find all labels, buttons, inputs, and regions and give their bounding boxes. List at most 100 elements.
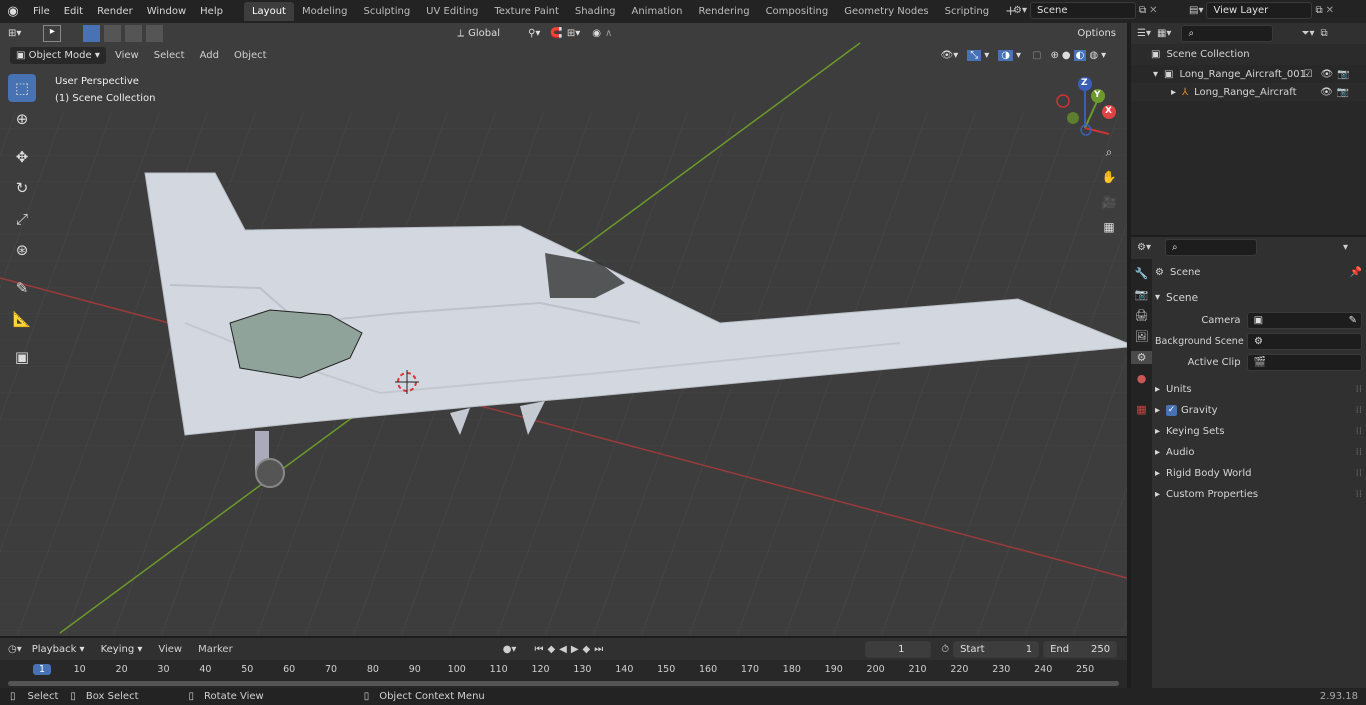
material-shading-icon[interactable]: ◐ bbox=[1073, 49, 1087, 61]
pin-icon[interactable]: 📌 bbox=[1350, 267, 1362, 278]
view-layer-icon[interactable]: ▤▾ bbox=[1189, 5, 1203, 16]
render-tab-icon[interactable]: 📷 bbox=[1135, 288, 1149, 301]
camera-render-icon[interactable]: 📷 bbox=[1337, 69, 1349, 80]
scene-field[interactable]: Scene bbox=[1029, 2, 1136, 19]
eye-icon[interactable]: 👁 bbox=[1320, 69, 1333, 80]
outliner-row-object[interactable]: ▸ ⅄ Long_Range_Aircraft 👁 📷 bbox=[1131, 83, 1366, 101]
panel-rigid-body-world[interactable]: ▸ Rigid Body World ⁞⁞ bbox=[1155, 463, 1362, 484]
menu-edit[interactable]: Edit bbox=[57, 0, 90, 23]
current-frame-field[interactable]: 1 bbox=[865, 640, 932, 658]
menu-render[interactable]: Render bbox=[90, 0, 140, 23]
camera-field[interactable]: ▣ ✎ bbox=[1246, 312, 1362, 329]
drag-handle-icon[interactable]: ⁞⁞ bbox=[1356, 447, 1362, 458]
scene-section-header[interactable]: ▾ Scene bbox=[1155, 287, 1362, 308]
editor-type-icon[interactable]: ⊞▾ bbox=[8, 28, 21, 39]
properties-editor-icon[interactable]: ⚙▾ bbox=[1137, 242, 1151, 253]
tab-layout[interactable]: Layout bbox=[243, 2, 294, 21]
tab-uv-editing[interactable]: UV Editing bbox=[418, 2, 486, 21]
texture-tab-icon[interactable]: ▦ bbox=[1136, 403, 1146, 416]
tool-tab-icon[interactable]: 🔧 bbox=[1135, 267, 1149, 280]
add-cube-tool-icon[interactable]: ▣ bbox=[8, 343, 36, 371]
rendered-shading-icon[interactable]: ◍ bbox=[1089, 50, 1098, 61]
jump-start-icon[interactable]: ⏮ bbox=[534, 644, 543, 655]
annotate-tool-icon[interactable]: ✎ bbox=[8, 274, 36, 302]
active-clip-field[interactable]: 🎬 bbox=[1246, 354, 1362, 371]
gravity-checkbox-icon[interactable]: ✓ bbox=[1166, 405, 1178, 416]
timeline-scrollbar[interactable] bbox=[8, 681, 1119, 686]
wireframe-shading-icon[interactable]: ⊕ bbox=[1051, 50, 1059, 61]
move-tool-icon[interactable]: ✥ bbox=[8, 143, 36, 171]
delete-scene-icon[interactable]: ✕ bbox=[1149, 5, 1157, 16]
gizmo-toggle-icon[interactable]: ⤡ bbox=[967, 49, 982, 61]
properties-options-icon[interactable]: ▾ bbox=[1343, 242, 1348, 253]
visibility-icon[interactable]: 👁▾ bbox=[941, 50, 959, 61]
panel-audio[interactable]: ▸ Audio ⁞⁞ bbox=[1155, 442, 1362, 463]
xray-icon[interactable]: ▢ bbox=[1032, 50, 1041, 61]
snap-target-icon[interactable]: ⊞▾ bbox=[567, 28, 580, 39]
drag-handle-icon[interactable]: ⁞⁞ bbox=[1356, 384, 1362, 395]
expand-icon[interactable]: ▾ bbox=[1153, 69, 1158, 80]
output-tab-icon[interactable]: 🖨 bbox=[1135, 309, 1149, 322]
menu-object[interactable]: Object bbox=[228, 50, 273, 61]
next-keyframe-icon[interactable]: ◆ bbox=[583, 644, 591, 655]
tab-shading[interactable]: Shading bbox=[567, 2, 624, 21]
tab-texture-paint[interactable]: Texture Paint bbox=[486, 2, 567, 21]
playback-menu[interactable]: Playback ▾ bbox=[26, 641, 91, 658]
end-frame-field[interactable]: End 250 bbox=[1043, 640, 1118, 658]
panel-gravity[interactable]: ▸ ✓ Gravity ⁞⁞ bbox=[1155, 400, 1362, 421]
drag-handle-icon[interactable]: ⁞⁞ bbox=[1356, 468, 1362, 479]
3d-viewport[interactable]: Z Y X ⌕ ✋ 🎥 ▦ User Perspective (1) Scene… bbox=[0, 23, 1127, 636]
filter-icon[interactable]: ⏷▾ bbox=[1301, 28, 1314, 39]
camera-view-icon[interactable]: 🎥 bbox=[1098, 191, 1120, 213]
orientation-select[interactable]: Global bbox=[468, 28, 520, 39]
outliner-search-input[interactable]: ⌕ bbox=[1181, 25, 1274, 42]
eye-icon[interactable]: 👁 bbox=[1320, 87, 1333, 98]
start-frame-field[interactable]: Start 1 bbox=[953, 640, 1040, 658]
display-mode-icon[interactable]: ▦▾ bbox=[1157, 28, 1171, 39]
options-button[interactable]: Options bbox=[1071, 25, 1122, 42]
falloff-icon[interactable]: ∧ bbox=[605, 28, 612, 39]
menu-file[interactable]: File bbox=[26, 0, 57, 23]
overlay-toggle-icon[interactable]: ◑ bbox=[998, 49, 1014, 61]
menu-select[interactable]: Select bbox=[148, 50, 191, 61]
menu-view[interactable]: View bbox=[109, 50, 145, 61]
rotate-tool-icon[interactable]: ↻ bbox=[8, 174, 36, 202]
drag-handle-icon[interactable]: ⁞⁞ bbox=[1356, 405, 1362, 416]
new-view-layer-icon[interactable]: ⧉ bbox=[1315, 5, 1322, 16]
record-icon[interactable]: ●▾ bbox=[503, 644, 517, 655]
world-tab-icon[interactable]: ● bbox=[1137, 372, 1147, 385]
jump-end-icon[interactable]: ⏭ bbox=[594, 644, 603, 655]
new-scene-icon[interactable]: ⧉ bbox=[1139, 5, 1146, 16]
tab-rendering[interactable]: Rendering bbox=[690, 2, 757, 21]
view-layer-field[interactable]: View Layer bbox=[1206, 2, 1313, 19]
box-select-mode-icon[interactable] bbox=[83, 25, 101, 42]
zoom-icon[interactable]: ⌕ bbox=[1098, 141, 1120, 163]
drag-handle-icon[interactable]: ⁞⁞ bbox=[1356, 426, 1362, 437]
proportional-edit-icon[interactable]: ◉ bbox=[592, 28, 601, 39]
perspective-toggle-icon[interactable]: ▦ bbox=[1098, 216, 1120, 238]
play-reverse-icon[interactable]: ◀ bbox=[559, 644, 567, 655]
intersect-select-icon[interactable] bbox=[146, 25, 164, 42]
play-icon[interactable]: ▶ bbox=[571, 644, 579, 655]
frame-ruler[interactable]: 1 10 20 30 40 50 60 70 80 90 100 110 120 130 140 150 160… bbox=[0, 660, 1127, 688]
pan-hand-icon[interactable]: ✋ bbox=[1098, 166, 1120, 188]
tab-animation[interactable]: Animation bbox=[624, 2, 691, 21]
scale-tool-icon[interactable]: ⤢ bbox=[8, 205, 36, 233]
orientation-icon[interactable]: ⟂ bbox=[457, 28, 464, 39]
mode-select[interactable]: ▣ Object Mode ▾ bbox=[10, 46, 106, 64]
camera-render-icon[interactable]: 📷 bbox=[1337, 87, 1349, 98]
menu-window[interactable]: Window bbox=[140, 0, 193, 23]
view-layer-tab-icon[interactable]: 🖼 bbox=[1135, 330, 1149, 343]
select-box-tool-icon[interactable]: ⬚ bbox=[8, 74, 36, 102]
outliner-row-scene-collection[interactable]: ▣ Scene Collection bbox=[1131, 44, 1366, 65]
menu-marker[interactable]: Marker bbox=[192, 644, 239, 655]
scene-icon[interactable]: ⚙▾ bbox=[1013, 5, 1027, 16]
panel-keying-sets[interactable]: ▸ Keying Sets ⁞⁞ bbox=[1155, 421, 1362, 442]
tab-scripting[interactable]: Scripting bbox=[937, 2, 997, 21]
drag-handle-icon[interactable]: ⁞⁞ bbox=[1356, 489, 1362, 500]
keying-menu[interactable]: Keying ▾ bbox=[95, 641, 149, 658]
solid-shading-icon[interactable]: ● bbox=[1062, 50, 1071, 61]
delete-view-layer-icon[interactable]: ✕ bbox=[1326, 5, 1334, 16]
transform-tool-icon[interactable]: ⊛ bbox=[8, 236, 36, 264]
menu-add[interactable]: Add bbox=[194, 50, 225, 61]
